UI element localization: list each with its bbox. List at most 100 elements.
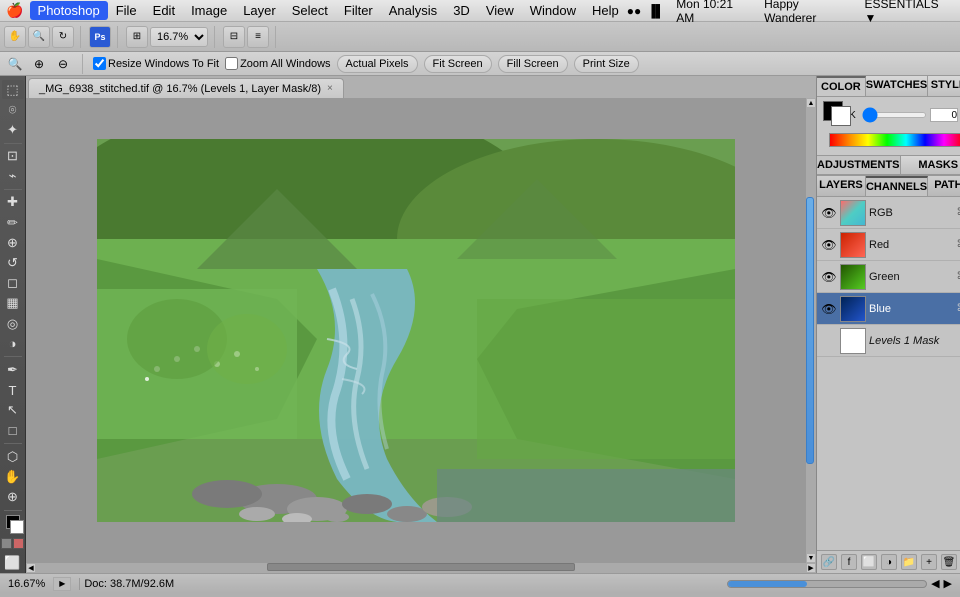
history-brush[interactable]: ↺ — [2, 253, 24, 272]
hscroll-thumb[interactable] — [267, 563, 575, 571]
layer-row-mask[interactable]: 👁 Levels 1 Mask ⌘\ — [817, 325, 960, 357]
tab-masks[interactable]: MASKS — [901, 156, 960, 174]
menu-photoshop[interactable]: Photoshop — [30, 1, 108, 20]
layer-visibility-red[interactable]: 👁 — [821, 237, 837, 253]
fg-bg-colors[interactable] — [2, 515, 24, 534]
opt-icon2[interactable]: ⊕ — [30, 55, 48, 73]
background-color[interactable] — [10, 520, 24, 534]
opt-icon1[interactable]: 🔍 — [6, 55, 24, 73]
layer-thumb-blue — [840, 296, 866, 322]
link-layers-btn[interactable]: 🔗 — [821, 554, 837, 570]
layer-visibility-green[interactable]: 👁 — [821, 269, 837, 285]
tool-separator-5 — [4, 510, 22, 511]
menu-view[interactable]: View — [478, 1, 522, 20]
apple-menu[interactable]: 🍎 — [0, 2, 30, 19]
menu-select[interactable]: Select — [284, 1, 336, 20]
layer-visibility-rgb[interactable]: 👁 — [821, 205, 837, 221]
view-btn[interactable]: ⊟ — [223, 26, 245, 48]
path-select-tool[interactable]: ↖ — [2, 401, 24, 420]
menu-help[interactable]: Help — [584, 1, 627, 20]
hand-tool[interactable]: ✋ — [4, 26, 26, 48]
clone-tool[interactable]: ⊕ — [2, 233, 24, 252]
hand-tool[interactable]: ✋ — [2, 467, 24, 486]
tab-swatches[interactable]: SWATCHES — [866, 76, 929, 96]
3d-tool[interactable]: ⬡ — [2, 447, 24, 466]
standard-mode-btn[interactable] — [1, 538, 12, 549]
new-group-btn[interactable]: 📁 — [901, 554, 917, 570]
eraser-tool[interactable]: ◻ — [2, 274, 24, 293]
resize-windows-check[interactable]: Resize Windows To Fit — [93, 57, 219, 70]
shape-tool[interactable]: □ — [2, 421, 24, 440]
rotate-tool[interactable]: ↻ — [52, 26, 74, 48]
view-btn2[interactable]: ≡ — [247, 26, 269, 48]
scroll-track[interactable] — [806, 108, 816, 553]
crop-tool[interactable]: ⊡ — [2, 146, 24, 165]
blur-tool[interactable]: ◎ — [2, 314, 24, 333]
gradient-tool[interactable]: ▦ — [2, 294, 24, 313]
document-tab[interactable]: _MG_6938_stitched.tif @ 16.7% (Levels 1,… — [28, 78, 344, 98]
scroll-left-arrow[interactable]: ◀ — [26, 563, 36, 573]
menu-layer[interactable]: Layer — [235, 1, 284, 20]
arrange-btn[interactable]: ⊞ — [126, 26, 148, 48]
brush-tool[interactable]: ✏ — [2, 213, 24, 232]
dodge-tool[interactable]: ◑ — [2, 334, 24, 353]
screen-mode-btn[interactable]: ⬜ — [2, 554, 24, 573]
tab-color[interactable]: COLOR — [817, 76, 866, 96]
scroll-thumb[interactable] — [806, 197, 814, 464]
zoom-all-check[interactable]: Zoom All Windows — [225, 57, 330, 70]
tab-filename: _MG_6938_stitched.tif @ 16.7% (Levels 1,… — [39, 83, 321, 95]
layer-row-rgb[interactable]: 👁 RGB ⌘2 — [817, 197, 960, 229]
menu-edit[interactable]: Edit — [145, 1, 183, 20]
k-slider[interactable] — [862, 112, 927, 118]
layer-row-green[interactable]: 👁 Green ⌘4 — [817, 261, 960, 293]
selection-tool[interactable]: ⬚ — [2, 80, 24, 99]
magic-wand-tool[interactable]: ✦ — [2, 120, 24, 139]
essentials-button[interactable]: ESSENTIALS ▼ — [865, 0, 952, 25]
fit-screen-btn[interactable]: Fit Screen — [424, 55, 492, 73]
menu-file[interactable]: File — [108, 1, 145, 20]
menu-window[interactable]: Window — [522, 1, 584, 20]
tab-close-btn[interactable]: × — [327, 83, 333, 94]
menu-image[interactable]: Image — [183, 1, 235, 20]
eyedropper-tool[interactable]: ⌁ — [2, 167, 24, 186]
adjustment-layer-btn[interactable]: ◑ — [881, 554, 897, 570]
layer-row-blue[interactable]: 👁 Blue ⌘5 — [817, 293, 960, 325]
quick-mask-btn[interactable] — [13, 538, 24, 549]
delete-layer-btn[interactable]: 🗑 — [941, 554, 957, 570]
zoom-indicator-btn[interactable]: ▶ — [53, 577, 71, 591]
progress-arrow-left[interactable]: ◀ — [931, 577, 939, 590]
tab-adjustments[interactable]: ADJUSTMENTS — [817, 156, 901, 174]
layer-visibility-blue[interactable]: 👁 — [821, 301, 837, 317]
zoom-select[interactable]: 16.7% — [150, 27, 208, 47]
tab-channels[interactable]: CHANNELS — [866, 176, 928, 196]
progress-arrow-right[interactable]: ▶ — [944, 577, 952, 590]
tab-paths[interactable]: PATHS — [928, 176, 960, 196]
new-layer-btn[interactable]: + — [921, 554, 937, 570]
hscroll-track[interactable] — [36, 563, 806, 573]
opt-icon3[interactable]: ⊖ — [54, 55, 72, 73]
menu-filter[interactable]: Filter — [336, 1, 381, 20]
tab-layers[interactable]: LAYERS — [817, 176, 866, 196]
canvas-vertical-scrollbar[interactable]: ▲ ▼ — [806, 98, 816, 563]
menu-3d[interactable]: 3D — [445, 1, 478, 20]
lasso-tool[interactable]: ⌾ — [2, 100, 24, 119]
scroll-right-arrow[interactable]: ▶ — [806, 563, 816, 573]
layer-mask-btn[interactable]: ⬜ — [861, 554, 877, 570]
zoom-canvas-tool[interactable]: ⊕ — [2, 487, 24, 506]
zoom-tool[interactable]: 🔍 — [28, 26, 50, 48]
layer-row-red[interactable]: 👁 Red ⌘3 — [817, 229, 960, 261]
background-swatch[interactable] — [831, 106, 851, 126]
canvas-horizontal-scrollbar[interactable]: ◀ ▶ — [26, 563, 816, 573]
healing-tool[interactable]: ✚ — [2, 193, 24, 212]
layer-style-btn[interactable]: f — [841, 554, 857, 570]
pen-tool[interactable]: ✒ — [2, 360, 24, 379]
scroll-up-arrow[interactable]: ▲ — [806, 98, 816, 108]
text-tool[interactable]: T — [2, 380, 24, 399]
print-size-btn[interactable]: Print Size — [574, 55, 639, 73]
tab-styles[interactable]: STYLES — [928, 76, 960, 96]
menu-analysis[interactable]: Analysis — [381, 1, 445, 20]
k-value-input[interactable] — [930, 108, 958, 122]
fill-screen-btn[interactable]: Fill Screen — [498, 55, 568, 73]
actual-pixels-btn[interactable]: Actual Pixels — [337, 55, 418, 73]
scroll-down-arrow[interactable]: ▼ — [806, 553, 816, 563]
